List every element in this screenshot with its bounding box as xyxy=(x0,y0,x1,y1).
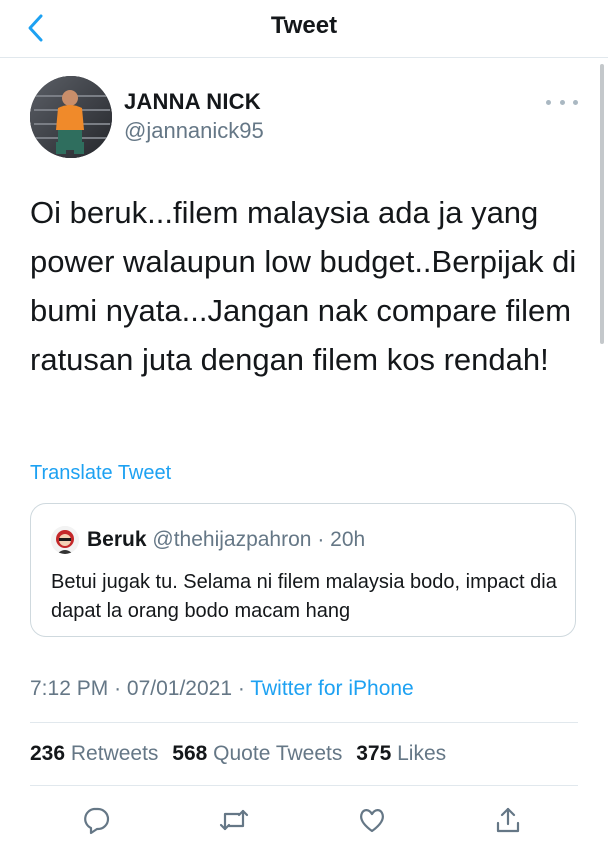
page-title: Tweet xyxy=(270,12,338,39)
likes-label: Likes xyxy=(397,742,447,765)
quote-author-handle: @thehijazpahron xyxy=(152,528,312,551)
author-handle[interactable]: @jannanick95 xyxy=(124,118,264,144)
likes-stat[interactable]: 375 Likes xyxy=(356,742,446,765)
author-name[interactable]: JANNA NICK xyxy=(124,89,261,115)
meta-separator: · xyxy=(114,677,122,700)
tweet-detail-page: Tweet JANNA NICK @jannanick95 Oi beruk..… xyxy=(0,0,608,849)
retweets-count: 236 xyxy=(30,742,66,765)
reply-button[interactable] xyxy=(76,800,116,840)
tweet-date: 07/01/2021 xyxy=(126,677,233,700)
likes-count: 375 xyxy=(356,742,392,765)
more-dot-icon xyxy=(559,99,565,105)
quoted-tweet-card[interactable]: Beruk @thehijazpahron · 20h Betui jugak … xyxy=(30,503,576,637)
retweet-button[interactable] xyxy=(214,800,254,840)
quote-avatar-image xyxy=(51,526,79,554)
tweet-meta: 7:12 PM · 07/01/2021 · Twitter for iPhon… xyxy=(30,677,414,701)
meta-separator: · xyxy=(237,677,245,700)
share-button[interactable] xyxy=(488,800,528,840)
more-dot-icon xyxy=(546,99,551,105)
like-button[interactable] xyxy=(352,800,392,840)
quote-time: 20h xyxy=(330,528,366,551)
retweets-stat[interactable]: 236 Retweets xyxy=(30,742,158,765)
more-options-button[interactable] xyxy=(546,92,578,112)
quote-tweets-count: 568 xyxy=(172,742,208,765)
quote-tweets-stat[interactable]: 568 Quote Tweets xyxy=(172,742,342,765)
quote-author-name: Beruk xyxy=(87,528,147,551)
quote-text: Betui jugak tu. Selama ni filem malaysia… xyxy=(51,571,557,622)
tweet-source-link[interactable]: Twitter for iPhone xyxy=(250,677,413,700)
avatar[interactable] xyxy=(30,76,112,158)
more-dot-icon xyxy=(573,99,578,105)
translate-tweet-link[interactable]: Translate Tweet xyxy=(30,462,171,485)
quote-tweets-label: Quote Tweets xyxy=(213,742,343,765)
quote-separator: · xyxy=(317,528,325,551)
quote-avatar xyxy=(51,526,79,554)
tweet-time: 7:12 PM xyxy=(30,677,109,700)
tweet-text: Oi beruk...filem malaysia ada ja yang po… xyxy=(30,195,577,377)
retweets-label: Retweets xyxy=(70,742,159,765)
share-icon xyxy=(496,807,520,833)
avatar-photo xyxy=(30,76,112,158)
divider xyxy=(30,722,578,723)
reply-icon xyxy=(84,807,110,835)
top-nav-bar: Tweet xyxy=(0,0,608,58)
like-icon xyxy=(360,809,384,833)
quote-header: Beruk @thehijazpahron · 20h xyxy=(87,528,365,552)
divider xyxy=(30,785,578,786)
scrollbar[interactable] xyxy=(600,64,604,344)
tweet-stats: 236 Retweets 568 Quote Tweets 375 Likes xyxy=(30,742,454,766)
retweet-icon xyxy=(219,809,249,831)
